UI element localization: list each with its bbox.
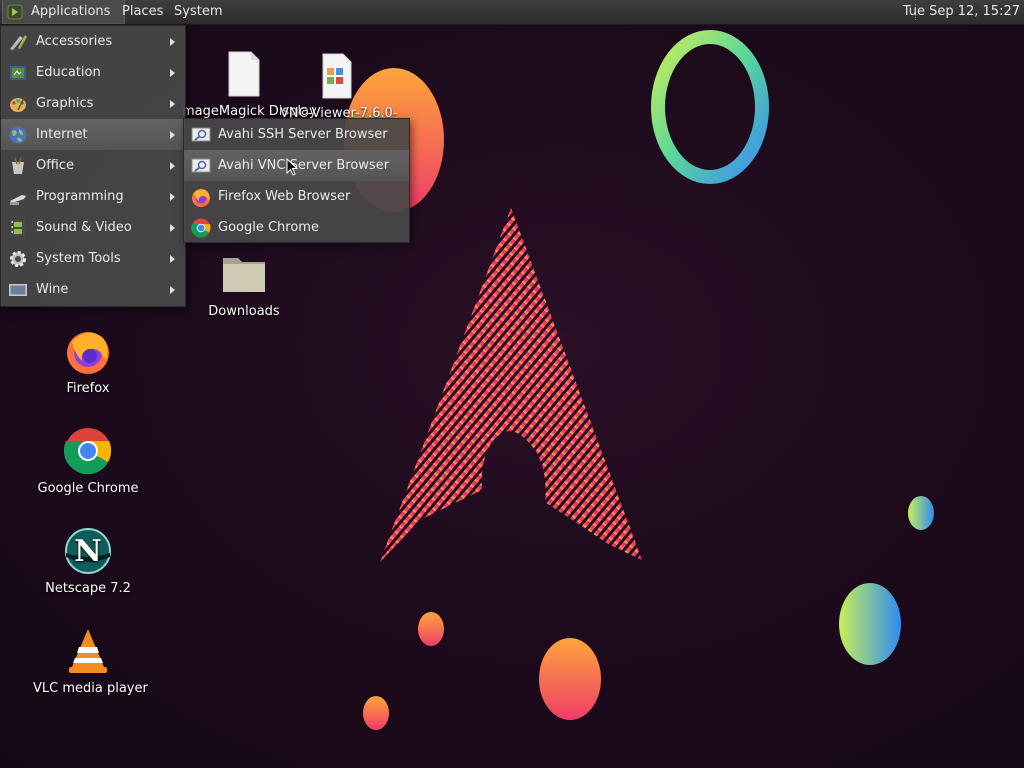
menu-item-label: Accessories [36, 34, 113, 49]
desktop-icon-label: Downloads [208, 304, 280, 319]
folder-icon [220, 250, 268, 298]
applications-label: Applications [31, 4, 111, 19]
svg-text:N: N [74, 534, 101, 569]
mouse-pointer-icon [286, 158, 298, 176]
system-menu-button[interactable]: System [168, 0, 228, 24]
menu-item-graphics[interactable]: Graphics [1, 88, 185, 119]
network-browser-icon [191, 158, 211, 173]
menu-item-label: Programming [36, 189, 124, 204]
desktop-icon-vnc-viewer[interactable]: VNC-Viewer-7.6.0- [280, 52, 397, 121]
menu-item-label: System Tools [36, 251, 121, 266]
menu-item-internet[interactable]: Internet [1, 119, 185, 150]
wine-icon [9, 284, 27, 296]
applications-menu: Accessories Education Graphics Internet … [0, 25, 186, 307]
menu-item-office[interactable]: Office [1, 150, 185, 181]
menu-item-programming[interactable]: Programming [1, 181, 185, 212]
desktop-icon-google-chrome[interactable]: Google Chrome [33, 427, 143, 496]
menu-item-label: Sound & Video [36, 220, 132, 235]
submenu-arrow-icon [170, 193, 175, 201]
network-browser-icon [191, 127, 211, 142]
distro-logo-icon [7, 4, 23, 20]
menu-item-label: Avahi VNC Server Browser [218, 158, 390, 173]
desktop-icon-label: Netscape 7.2 [45, 581, 131, 596]
internet-icon [9, 126, 27, 144]
desktop-icon-label: Firefox [66, 381, 110, 396]
desktop-icon-label: VLC media player [33, 681, 148, 696]
menu-item-system-tools[interactable]: System Tools [1, 243, 185, 274]
menu-item-label: Google Chrome [218, 220, 319, 235]
submenu-arrow-icon [170, 162, 175, 170]
menu-item-accessories[interactable]: Accessories [1, 26, 185, 57]
submenu-arrow-icon [170, 100, 175, 108]
submenu-arrow-icon [170, 38, 175, 46]
firefox-icon [192, 189, 210, 207]
menu-item-sound-video[interactable]: Sound & Video [1, 212, 185, 243]
applications-menu-button[interactable]: Applications [2, 0, 125, 24]
menu-item-wine[interactable]: Wine [1, 274, 185, 305]
sound-video-icon [11, 220, 25, 236]
desktop-icon-vlc[interactable]: VLC media player [33, 627, 148, 696]
places-menu-button[interactable]: Places [116, 0, 169, 24]
vnc-file-icon [311, 52, 359, 100]
desktop-icon-netscape[interactable]: N Netscape 7.2 [33, 527, 143, 596]
places-label: Places [122, 4, 164, 19]
submenu-arrow-icon [170, 69, 175, 77]
menu-item-google-chrome[interactable]: Google Chrome [184, 212, 409, 243]
menu-item-education[interactable]: Education [1, 57, 185, 88]
office-icon [12, 157, 24, 174]
desktop-icon-downloads[interactable]: Downloads [189, 250, 299, 319]
internet-submenu: Avahi SSH Server Browser Avahi VNC Serve… [183, 118, 410, 243]
chrome-icon [63, 427, 112, 475]
clock[interactable]: Tue Sep 12, 15:27 [903, 0, 1020, 24]
menu-item-label: Office [36, 158, 74, 173]
netscape-icon: N [64, 527, 112, 575]
submenu-arrow-icon [170, 224, 175, 232]
menu-item-avahi-ssh[interactable]: Avahi SSH Server Browser [184, 119, 409, 150]
gear-icon [10, 251, 26, 267]
menu-item-firefox[interactable]: Firefox Web Browser [184, 181, 409, 212]
submenu-arrow-icon [170, 255, 175, 263]
graphics-icon [10, 95, 26, 112]
system-label: System [174, 4, 223, 19]
menu-item-label: Firefox Web Browser [218, 189, 351, 204]
menu-item-label: Internet [36, 127, 88, 142]
menu-item-label: Wine [36, 282, 69, 297]
file-icon [219, 50, 267, 98]
submenu-arrow-icon [170, 286, 175, 294]
menu-item-label: Education [36, 65, 101, 80]
desktop-icon-firefox[interactable]: Firefox [33, 327, 143, 396]
top-panel: Applications Places System Tue Sep 12, 1… [0, 0, 1024, 25]
accessories-icon [10, 35, 27, 50]
menu-item-label: Graphics [36, 96, 94, 111]
programming-icon [10, 195, 26, 205]
vlc-icon [64, 627, 112, 675]
menu-item-label: Avahi SSH Server Browser [218, 127, 388, 142]
education-icon [10, 66, 26, 80]
firefox-icon [64, 327, 112, 375]
submenu-arrow-icon [170, 131, 175, 139]
chrome-icon [191, 218, 211, 238]
desktop-icon-label: Google Chrome [37, 481, 139, 496]
